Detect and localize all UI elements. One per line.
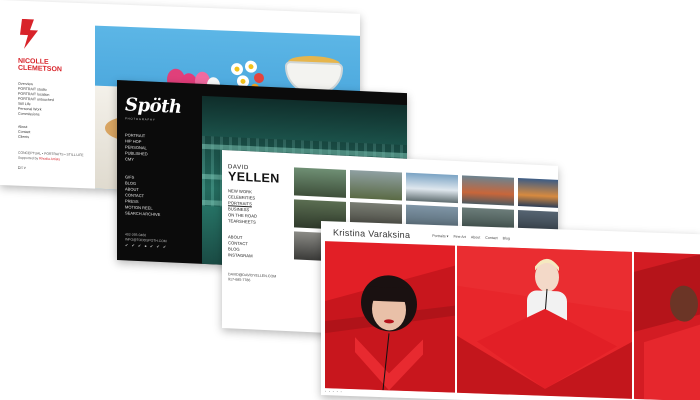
vimeo-icon[interactable]: v [24,165,26,170]
portrait-illustration [457,245,632,399]
portrait-photo-2[interactable] [457,245,632,399]
rep-link[interactable]: Rhodia Artists [39,157,60,162]
logo-last-name[interactable]: YELLEN [228,169,288,185]
nav-portraits[interactable]: Portraits ▾ [432,234,448,239]
site-title[interactable]: Kristina Varaksina [333,227,410,240]
contact-info: DAVID@DAVIDYELLEN.COM 917-685-7786 [228,272,288,285]
lightning-bolt-logo-icon[interactable] [18,18,44,50]
instagram-icon[interactable]: ◘ [18,165,20,170]
twitter-icon[interactable]: t [22,165,23,170]
thumbnail-strip[interactable]: ▪ ▪ ▪ ▪ ▪ [325,389,343,394]
thumbnail[interactable] [462,175,514,206]
rep-prefix: Supported by [18,155,39,161]
thumbnail[interactable] [350,170,402,201]
top-nav: Portraits ▾ Fine Art About Contact Blog [432,234,510,241]
thumbnail[interactable] [406,172,458,204]
sidebar: DAVID YELLEN NEW WORK CELEBRITIES PORTRA… [222,150,288,331]
contact-info: 402-265-0466 INFO@TODDSPOTH.COM ✔ ✔ ✔ ● … [125,232,202,250]
nav-fine-art[interactable]: Fine Art [453,235,465,239]
logo-text[interactable]: NICOLLE CLEMETSON [18,58,95,75]
portrait-illustration [634,254,700,400]
secondary-menu: GIFS BLOG ABOUT CONTACT PRESS MOTION REE… [125,174,202,219]
main-menu: PORTRAIT HIP HOP PERSONAL PUBLISHED CMY [125,132,202,165]
secondary-menu: About Contact Clients [18,125,95,143]
nav-blog[interactable]: Blog [503,236,510,240]
secondary-menu: ABOUT CONTACT BLOG INSTAGRAM [228,234,288,261]
thumbnail[interactable] [294,167,346,198]
portrait-illustration [325,265,455,393]
portfolio-collage: NICOLLE CLEMETSON Overview PORTRAIT stud… [0,0,700,400]
logo[interactable]: Spöth [125,94,202,118]
sidebar: Spöth PHOTOGRAPHY PORTRAIT HIP HOP PERSO… [117,80,202,264]
kristina-varaksina-site: Kristina Varaksina Portraits ▾ Fine Art … [321,221,700,400]
main-menu: NEW WORK CELEBRITIES PORTRAITS BUSINESS … [228,188,288,227]
sidebar-footer: CONCEPTUAL • PORTRAITS • STILL LIFE Supp… [18,151,84,173]
portrait-photo-1[interactable] [325,241,455,393]
thumbnail[interactable] [518,177,558,209]
portrait-photo-3[interactable] [634,251,700,400]
main-menu: Overview PORTRAIT studio PORTRAIT locati… [18,82,95,120]
nav-contact[interactable]: Contact [485,236,497,240]
nav-about[interactable]: About [471,235,480,239]
